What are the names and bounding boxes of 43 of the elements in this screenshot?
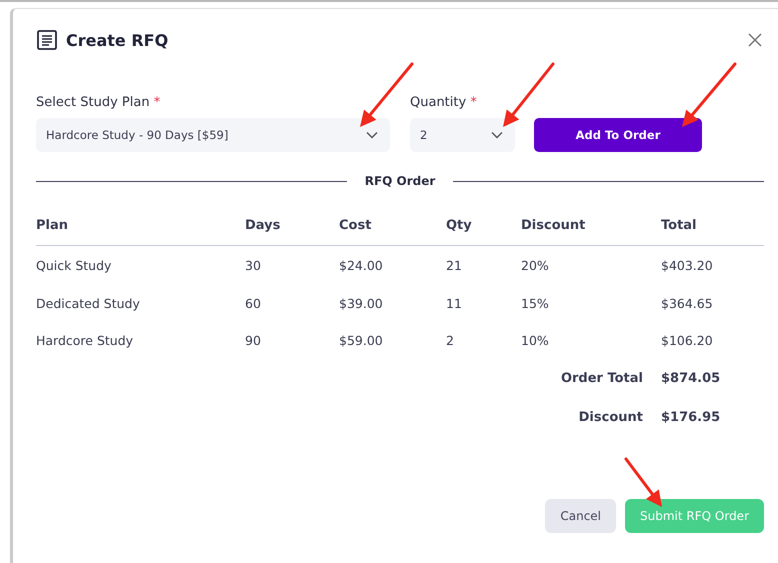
summary-label: Order Total bbox=[560, 371, 643, 386]
receipt-icon bbox=[36, 29, 58, 51]
close-button[interactable] bbox=[746, 31, 764, 49]
column-header: Discount bbox=[521, 218, 661, 246]
add-to-order-button[interactable]: Add To Order bbox=[534, 118, 702, 152]
annotation-arrow bbox=[682, 62, 736, 127]
table-cell: $364.65 bbox=[661, 296, 713, 311]
table-cell: 10% bbox=[521, 333, 549, 348]
annotation-arrow bbox=[503, 62, 554, 127]
dialog-title: Create RFQ bbox=[66, 30, 168, 50]
table-cell: Hardcore Study bbox=[36, 333, 134, 348]
field-label: Select Study Plan * bbox=[36, 95, 162, 110]
table-cell: 60 bbox=[245, 296, 261, 311]
table-cell: 11 bbox=[446, 296, 462, 311]
cancel-button[interactable]: Cancel bbox=[545, 498, 616, 532]
summary-value: $874.05 bbox=[661, 371, 722, 386]
section-title: RFQ Order bbox=[364, 174, 436, 188]
summary-value: $176.95 bbox=[661, 410, 722, 425]
annotation-arrow bbox=[624, 458, 662, 507]
column-header: Cost bbox=[339, 218, 446, 246]
table-cell: $106.20 bbox=[661, 333, 713, 348]
column-header: Plan bbox=[36, 218, 245, 246]
field-label: Quantity * bbox=[410, 95, 478, 110]
table-cell: $39.00 bbox=[339, 296, 383, 311]
table-cell: 21 bbox=[446, 258, 462, 274]
table-cell: 30 bbox=[245, 258, 261, 274]
table-cell: Dedicated Study bbox=[36, 296, 140, 311]
table-cell: $59.00 bbox=[339, 333, 383, 348]
plan-select[interactable]: Hardcore Study - 90 Days [$59] bbox=[36, 118, 390, 152]
summary-label: Discount bbox=[578, 410, 643, 425]
table-cell: 15% bbox=[521, 296, 549, 311]
quantity-select[interactable]: 2 bbox=[410, 118, 515, 152]
chevron-down-icon bbox=[491, 131, 503, 139]
table-cell: $403.20 bbox=[661, 258, 713, 274]
column-header: Total bbox=[661, 218, 764, 246]
table-cell: 20% bbox=[521, 258, 549, 274]
chevron-down-icon bbox=[366, 131, 378, 139]
table-cell: 90 bbox=[245, 333, 261, 348]
table-cell: Quick Study bbox=[36, 258, 112, 274]
column-header: Qty bbox=[446, 218, 521, 246]
table-cell: $24.00 bbox=[339, 258, 383, 274]
table-cell: 2 bbox=[446, 333, 454, 348]
column-header: Days bbox=[245, 218, 339, 246]
